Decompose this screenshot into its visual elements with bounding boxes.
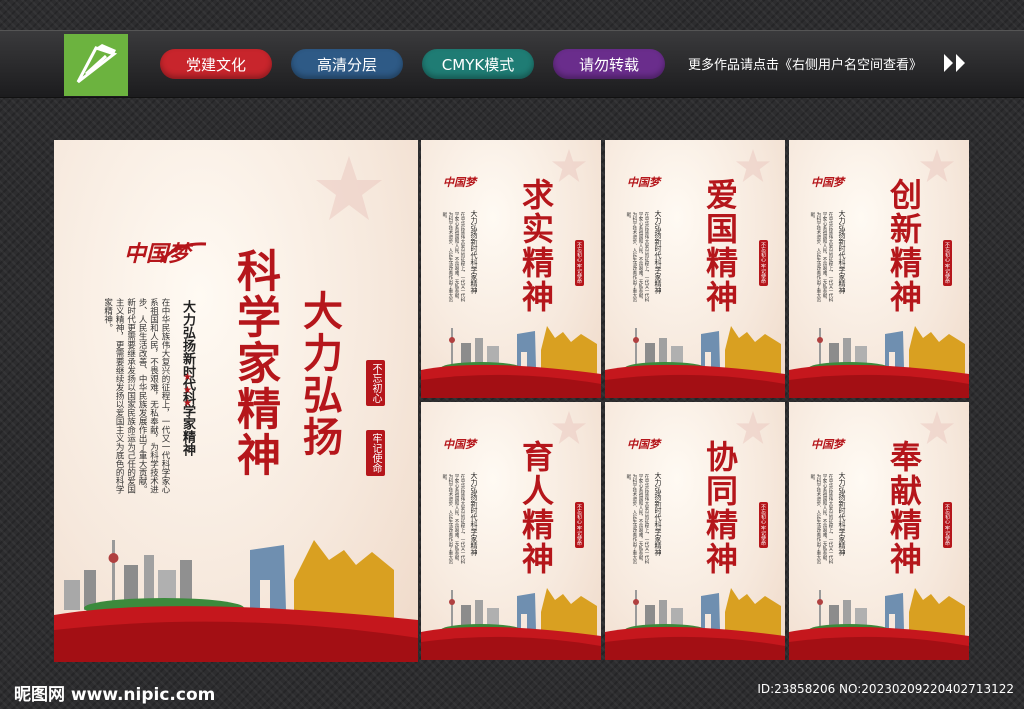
china-dream-logo: 中国梦 xyxy=(443,438,476,451)
seal-remember-mission: 牢记使命 xyxy=(366,430,385,476)
city-skyline-illustration xyxy=(421,588,601,660)
city-skyline-illustration xyxy=(605,588,785,660)
poster-subtitle: 大力弘扬新时代科学家精神 xyxy=(838,472,846,556)
poster-seal: 不忘初心 牢记使命 xyxy=(759,502,768,548)
star-row: ★★★ xyxy=(182,372,193,411)
china-dream-logo: 中国梦 xyxy=(811,176,844,189)
main-poster: 中国梦 科学家精神 大力弘扬 大力弘扬新时代科学家精神 ★★★ 不忘初心 牢记使… xyxy=(54,140,418,662)
image-id: ID:23858206 NO:20230209220402713122 xyxy=(757,682,1014,696)
small-poster: 中国梦 协同精神 大力弘扬新时代科学家精神 在中华民族伟大复兴的征程上，一代又一… xyxy=(605,402,785,660)
city-skyline-illustration xyxy=(789,588,969,660)
city-skyline-illustration xyxy=(605,326,785,398)
poster-body-text: 在中华民族伟大复兴的征程上，一代又一代科学家心系祖国和人民，不畏艰难，无私奉献，… xyxy=(625,212,649,302)
poster-body-text: 在中华民族伟大复兴的征程上，一代又一代科学家心系祖国和人民，不畏艰难，无私奉献，… xyxy=(809,212,833,302)
china-dream-logo: 中国梦 xyxy=(811,438,844,451)
poster-title: 创新精神 xyxy=(885,178,923,314)
small-poster: 中国梦 育人精神 大力弘扬新时代科学家精神 在中华民族伟大复兴的征程上，一代又一… xyxy=(421,402,601,660)
small-poster: 中国梦 爱国精神 大力弘扬新时代科学家精神 在中华民族伟大复兴的征程上，一代又一… xyxy=(605,140,785,398)
logo-swoosh-icon xyxy=(158,242,207,264)
poster-seal: 不忘初心 牢记使命 xyxy=(759,240,768,286)
main-slogan: 大力弘扬 xyxy=(296,290,343,458)
poster-title: 协同精神 xyxy=(701,440,739,576)
china-dream-logo: 中国梦 xyxy=(627,176,660,189)
tag-hd-layers[interactable]: 高清分层 xyxy=(291,49,403,79)
poster-seal: 不忘初心 牢记使命 xyxy=(943,502,952,548)
poster-seal: 不忘初心 牢记使命 xyxy=(943,240,952,286)
brand-logo[interactable] xyxy=(64,34,128,96)
poster-seal: 不忘初心 牢记使命 xyxy=(575,240,584,286)
small-poster: 中国梦 求实精神 大力弘扬新时代科学家精神 在中华民族伟大复兴的征程上，一代又一… xyxy=(421,140,601,398)
site-watermark: 昵图网 www.nipic.com xyxy=(14,685,216,705)
poster-body-text: 在中华民族伟大复兴的征程上，一代又一代科学家心系祖国和人民，不畏艰难，无私奉献，… xyxy=(441,212,465,302)
tag-no-repost[interactable]: 请勿转载 xyxy=(553,49,665,79)
more-works-link[interactable]: 更多作品请点击《右侧用户名空间查看》 xyxy=(688,54,922,73)
small-poster: 中国梦 奉献精神 大力弘扬新时代科学家精神 在中华民族伟大复兴的征程上，一代又一… xyxy=(789,402,969,660)
poster-title: 育人精神 xyxy=(517,440,555,576)
city-skyline-illustration xyxy=(421,326,601,398)
poster-subtitle: 大力弘扬新时代科学家精神 xyxy=(838,210,846,294)
small-poster: 中国梦 创新精神 大力弘扬新时代科学家精神 在中华民族伟大复兴的征程上，一代又一… xyxy=(789,140,969,398)
main-body-text: 在中华民族伟大复兴的征程上，一代又一代科学家心系祖国和人民，不畏艰难，无私奉献，… xyxy=(102,298,170,494)
poster-subtitle: 大力弘扬新时代科学家精神 xyxy=(470,210,478,294)
tag-party-culture[interactable]: 党建文化 xyxy=(160,49,272,79)
china-dream-logo: 中国梦 xyxy=(443,176,476,189)
poster-subtitle: 大力弘扬新时代科学家精神 xyxy=(654,472,662,556)
poster-title: 求实精神 xyxy=(517,178,555,314)
poster-subtitle: 大力弘扬新时代科学家精神 xyxy=(654,210,662,294)
city-skyline-illustration xyxy=(789,326,969,398)
poster-body-text: 在中华民族伟大复兴的征程上，一代又一代科学家心系祖国和人民，不畏艰难，无私奉献，… xyxy=(441,474,465,564)
main-title: 科学家精神 xyxy=(229,248,280,478)
seal-remember-origin: 不忘初心 xyxy=(366,360,385,406)
poster-subtitle: 大力弘扬新时代科学家精神 xyxy=(470,472,478,556)
watermark-star-icon xyxy=(316,156,382,220)
poster-seal: 不忘初心 牢记使命 xyxy=(575,502,584,548)
city-skyline-illustration xyxy=(54,540,418,662)
poster-body-text: 在中华民族伟大复兴的征程上，一代又一代科学家心系祖国和人民，不畏艰难，无私奉献，… xyxy=(809,474,833,564)
poster-title: 爱国精神 xyxy=(701,178,739,314)
tag-cmyk-mode[interactable]: CMYK模式 xyxy=(422,49,534,79)
poster-body-text: 在中华民族伟大复兴的征程上，一代又一代科学家心系祖国和人民，不畏艰难，无私奉献，… xyxy=(625,474,649,564)
china-dream-logo: 中国梦 xyxy=(627,438,660,451)
poster-title: 奉献精神 xyxy=(885,440,923,576)
pen-nib-icon xyxy=(76,44,118,84)
double-chevron-right-icon[interactable] xyxy=(942,52,970,74)
